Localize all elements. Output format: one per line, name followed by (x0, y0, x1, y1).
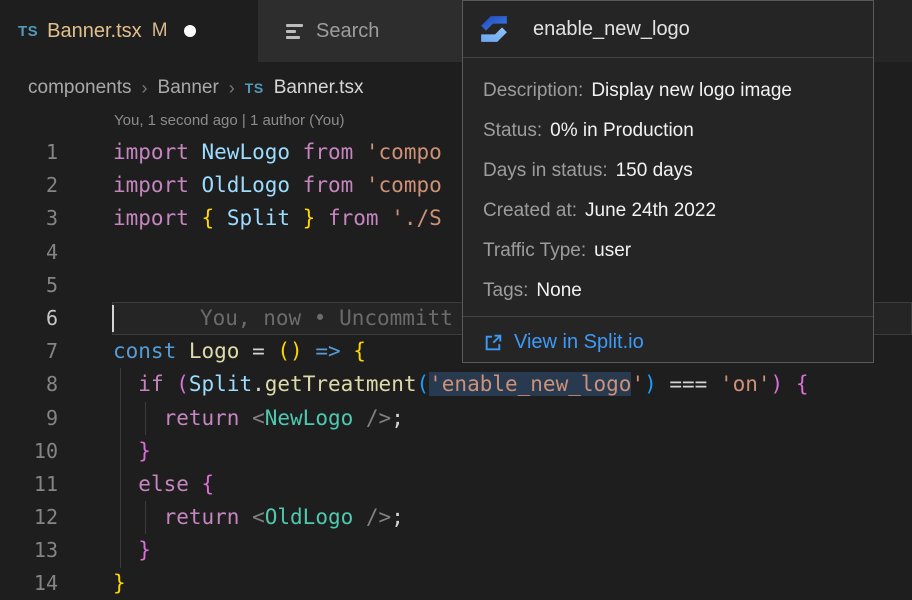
tooltip-row: Status: 0% in Production (483, 111, 853, 151)
code-line[interactable]: 8 if (Split.getTreatment('enable_new_log… (0, 368, 912, 401)
indent-guide (145, 501, 146, 534)
vscode-window: TS Banner.tsx M Search components › Bann… (0, 0, 912, 600)
tab-title: Search (316, 20, 379, 43)
typescript-file-icon: TS (245, 80, 264, 96)
code-line[interactable]: 13 } (0, 534, 912, 567)
tooltip-row-value: Display new logo image (591, 80, 792, 102)
breadcrumb-subfolder[interactable]: Banner (158, 77, 219, 99)
tooltip-row-label: Tags: (483, 280, 528, 302)
view-in-split-label: View in Split.io (514, 331, 644, 354)
breadcrumb: components › Banner › TS Banner.tsx (28, 70, 363, 106)
code-text: if (Split.getTreatment('enable_new_logo'… (113, 368, 809, 401)
text-cursor (112, 305, 114, 332)
tooltip-row-label: Traffic Type: (483, 240, 586, 262)
tooltip-row: Tags: None (483, 271, 853, 311)
tooltip-row: Created at: June 24th 2022 (483, 191, 853, 231)
chevron-right-icon: › (229, 78, 235, 99)
indent-guide (145, 402, 146, 435)
code-text: const Logo = () => { (113, 335, 366, 368)
line-number: 10 (0, 435, 58, 468)
line-number: 4 (0, 236, 58, 269)
typescript-file-icon: TS (18, 23, 38, 40)
search-editor-icon (286, 24, 303, 39)
tooltip-row-value: None (536, 280, 581, 302)
tooltip-row-label: Days in status: (483, 160, 608, 182)
line-number: 3 (0, 202, 58, 235)
line-number: 13 (0, 534, 58, 567)
code-line[interactable]: 9 return <NewLogo />; (0, 402, 912, 435)
tooltip-row-value: user (594, 240, 631, 262)
code-text: else { (113, 468, 214, 501)
indent-guide (120, 368, 121, 568)
line-number: 11 (0, 468, 58, 501)
breadcrumb-file[interactable]: Banner.tsx (274, 77, 364, 99)
line-number: 8 (0, 368, 58, 401)
split-logo-icon (479, 14, 509, 44)
code-line[interactable]: 14} (0, 567, 912, 600)
view-in-split-link[interactable]: View in Split.io (463, 317, 873, 354)
code-text: return <NewLogo />; (113, 402, 404, 435)
breadcrumb-folder[interactable]: components (28, 77, 132, 99)
code-text: import OldLogo from 'compo (113, 169, 442, 202)
tooltip-header: enable_new_logo (463, 1, 873, 58)
line-number: 9 (0, 402, 58, 435)
line-number: 5 (0, 269, 58, 302)
split-feature-flag-tooltip: enable_new_logo Description: Display new … (462, 0, 874, 363)
code-line[interactable]: 10 } (0, 435, 912, 468)
line-number: 6 (0, 302, 58, 335)
line-number: 12 (0, 501, 58, 534)
inline-blame-annotation: You, now • Uncommitt (200, 302, 453, 335)
tab-title: Banner.tsx (47, 20, 142, 43)
tooltip-row-value: 0% in Production (550, 120, 694, 142)
tooltip-row-value: 150 days (616, 160, 693, 182)
unsaved-changes-dot-icon[interactable] (184, 25, 196, 37)
tooltip-row: Traffic Type: user (483, 231, 853, 271)
line-number: 1 (0, 136, 58, 169)
tooltip-row: Description: Display new logo image (483, 71, 853, 111)
git-modified-badge: M (152, 20, 168, 42)
tooltip-row: Days in status: 150 days (483, 151, 853, 191)
tooltip-row-label: Status: (483, 120, 542, 142)
tooltip-row-label: Created at: (483, 200, 577, 222)
code-text: } (113, 435, 151, 468)
tooltip-row-label: Description: (483, 80, 583, 102)
code-text: import { Split } from './S (113, 202, 442, 235)
code-text: import NewLogo from 'compo (113, 136, 442, 169)
chevron-right-icon: › (142, 78, 148, 99)
code-line[interactable]: 11 else { (0, 468, 912, 501)
code-line[interactable]: 12 return <OldLogo />; (0, 501, 912, 534)
code-text: } (113, 567, 126, 600)
code-text: } (113, 534, 151, 567)
code-text: return <OldLogo />; (113, 501, 404, 534)
tooltip-row-value: June 24th 2022 (585, 200, 716, 222)
feature-flag-name: enable_new_logo (533, 18, 690, 41)
codelens-blame-summary[interactable]: You, 1 second ago | 1 author (You) (114, 112, 344, 129)
line-number: 7 (0, 335, 58, 368)
tab-banner-tsx[interactable]: TS Banner.tsx M (0, 0, 258, 62)
tooltip-body: Description: Display new logo image Status… (463, 58, 873, 311)
external-link-icon (483, 332, 504, 353)
line-number: 14 (0, 567, 58, 600)
line-number: 2 (0, 169, 58, 202)
